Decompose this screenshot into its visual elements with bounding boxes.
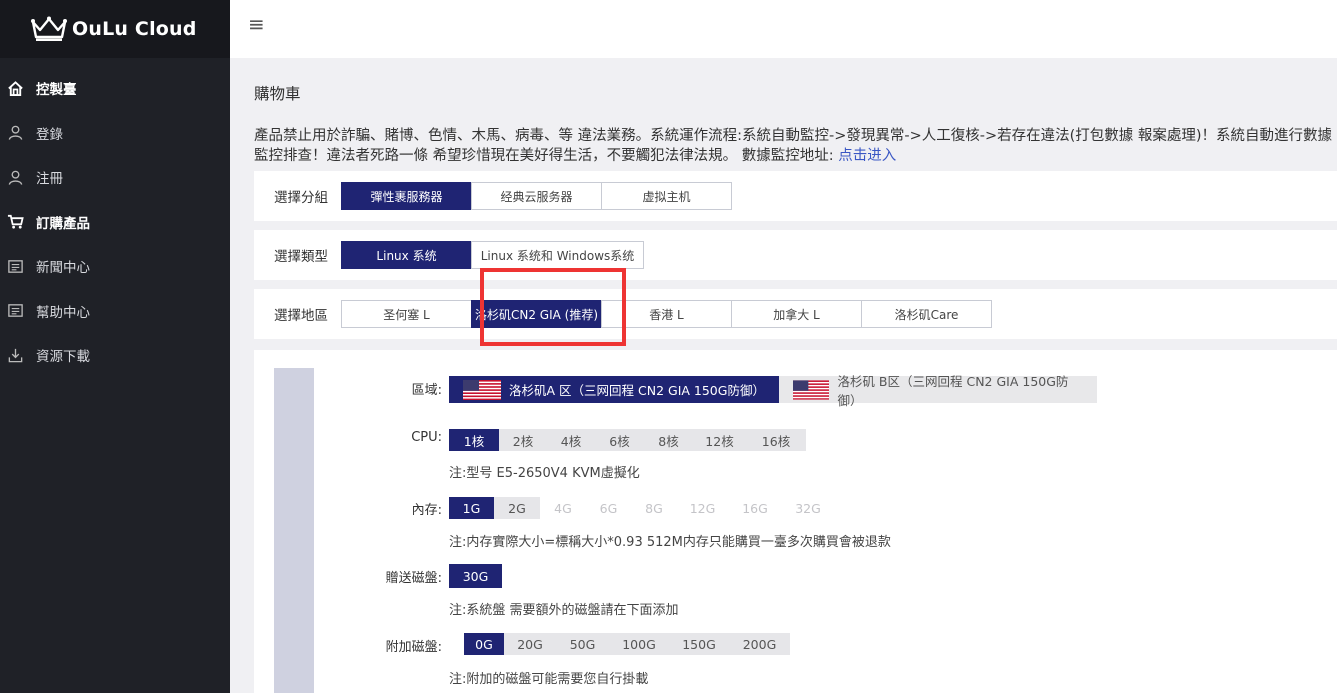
zone-option-a[interactable]: 洛杉矶A 区（三网回程 CN2 GIA 150G防御） xyxy=(449,376,779,403)
sidebar-item-login[interactable]: 登錄 xyxy=(0,111,230,156)
app-name: OuLu Cloud xyxy=(72,18,197,40)
sidebar-item-label: 登錄 xyxy=(36,126,63,143)
hamburger-icon[interactable]: ≡ xyxy=(248,12,265,36)
cpu-label: CPU: xyxy=(411,430,442,445)
zone-option-b[interactable]: 洛杉矶 B区（三网回程 CN2 GIA 150G防御） xyxy=(779,374,1097,408)
memory-option[interactable]: 1G xyxy=(449,497,494,519)
region-label: 選擇地區 xyxy=(274,308,328,324)
extra-disk-spacer xyxy=(449,633,464,655)
extra-disk-option[interactable]: 50G xyxy=(556,633,609,655)
gift-disk-label: 贈送磁盤: xyxy=(385,571,442,586)
memory-selector: 1G 2G 4G 6G 8G 12G 16G 32G xyxy=(449,497,834,519)
crown-icon xyxy=(31,16,67,41)
extra-disk-label: 附加磁盤: xyxy=(385,640,442,655)
memory-note: 注:内存實際大小=標稱大小*0.93 512M内存只能購買一臺多次購買會被退款 xyxy=(449,535,891,550)
logo[interactable]: OuLu Cloud xyxy=(0,0,230,58)
sidebar-item-dashboard[interactable]: 控製臺 xyxy=(0,66,230,111)
page-title: 購物車 xyxy=(254,85,301,103)
memory-option: 32G xyxy=(782,497,834,519)
cart-icon xyxy=(6,213,24,231)
extra-disk-option[interactable]: 200G xyxy=(729,633,790,655)
home-icon xyxy=(6,79,24,97)
sidebar: OuLu Cloud 控製臺 登錄 注冊 訂購產品 新聞中心 幫助中心 資源下載 xyxy=(0,0,230,693)
group-options: 彈性裹服務器 经典云服务器 虚拟主机 xyxy=(341,182,732,210)
sidebar-item-downloads[interactable]: 資源下載 xyxy=(0,333,230,378)
group-option[interactable]: 虚拟主机 xyxy=(601,182,732,210)
download-icon xyxy=(6,346,24,364)
region-option[interactable]: 圣何塞 L xyxy=(341,300,472,328)
region-option[interactable]: 洛杉矶CN2 GIA (推荐) xyxy=(471,300,602,328)
sidebar-item-news[interactable]: 新聞中心 xyxy=(0,244,230,289)
extra-disk-note: 注:附加的磁盤可能需要您自行掛載 xyxy=(449,672,649,687)
sidebar-item-label: 訂購產品 xyxy=(36,215,90,232)
cpu-option[interactable]: 16核 xyxy=(746,429,806,451)
us-flag-icon xyxy=(463,379,501,400)
cpu-option[interactable]: 6核 xyxy=(595,429,644,451)
main-content: 購物車 產品禁止用於詐騙、賭博、色情、木馬、病毒、等 違法業務。系統運作流程:系… xyxy=(230,58,1337,693)
memory-option: 4G xyxy=(540,497,586,519)
memory-option[interactable]: 2G xyxy=(494,497,540,519)
extra-disk-selector: 0G 20G 50G 100G 150G 200G xyxy=(449,633,790,655)
config-panel: 區域: 洛杉矶A 区（三网回程 CN2 GIA 150G防御） 洛杉矶 B区（三… xyxy=(254,350,1337,693)
memory-label: 內存: xyxy=(411,503,442,518)
sidebar-item-label: 新聞中心 xyxy=(36,260,90,277)
memory-option: 8G xyxy=(631,497,677,519)
user-icon xyxy=(6,124,24,142)
sidebar-item-label: 控製臺 xyxy=(36,82,77,99)
region-option[interactable]: 香港 L xyxy=(601,300,732,328)
cpu-option[interactable]: 12核 xyxy=(693,429,746,451)
type-options: Linux 系统 Linux 系统和 Windows系统 xyxy=(341,241,644,269)
memory-option: 12G xyxy=(677,497,728,519)
extra-disk-option[interactable]: 150G xyxy=(669,633,729,655)
gift-disk-value[interactable]: 30G xyxy=(449,564,502,588)
extra-disk-option[interactable]: 20G xyxy=(504,633,556,655)
group-option[interactable]: 彈性裹服務器 xyxy=(341,182,472,210)
group-option[interactable]: 经典云服务器 xyxy=(471,182,602,210)
group-label: 選擇分組 xyxy=(274,190,328,206)
user-icon xyxy=(6,168,24,186)
extra-disk-option[interactable]: 0G xyxy=(464,633,504,655)
type-label: 選擇類型 xyxy=(274,249,328,265)
monitor-link[interactable]: 点击进入 xyxy=(838,148,896,164)
group-row: 選擇分組 彈性裹服務器 经典云服务器 虚拟主机 xyxy=(254,171,1337,221)
sidebar-item-register[interactable]: 注冊 xyxy=(0,155,230,200)
region-option[interactable]: 洛杉矶Care xyxy=(861,300,992,328)
memory-option: 16G xyxy=(728,497,782,519)
region-options: 圣何塞 L 洛杉矶CN2 GIA (推荐) 香港 L 加拿大 L 洛杉矶Care xyxy=(341,300,992,328)
cpu-option[interactable]: 1核 xyxy=(449,429,499,451)
notice-text: 產品禁止用於詐騙、賭博、色情、木馬、病毒、等 違法業務。系統運作流程:系統自動監… xyxy=(254,126,1334,166)
top-bar: ≡ xyxy=(230,0,1337,58)
zone-option-label: 洛杉矶A 区（三网回程 CN2 GIA 150G防御） xyxy=(509,383,765,398)
extra-disk-option[interactable]: 100G xyxy=(609,633,669,655)
sidebar-item-label: 資源下載 xyxy=(36,349,90,366)
type-option[interactable]: Linux 系统 xyxy=(341,241,472,269)
zone-option-label: 洛杉矶 B区（三网回程 CN2 GIA 150G防御） xyxy=(837,373,1069,408)
cpu-option[interactable]: 8核 xyxy=(644,429,693,451)
sidebar-nav: 控製臺 登錄 注冊 訂購產品 新聞中心 幫助中心 資源下載 xyxy=(0,58,230,378)
document-icon xyxy=(6,302,24,320)
gift-disk-note: 注:系統盤 需要額外的磁盤請在下面添加 xyxy=(449,603,679,618)
cpu-option[interactable]: 2核 xyxy=(499,429,547,451)
cpu-option[interactable]: 4核 xyxy=(547,429,595,451)
type-option[interactable]: Linux 系统和 Windows系统 xyxy=(471,241,644,269)
notice-body: 產品禁止用於詐騙、賭博、色情、木馬、病毒、等 違法業務。系統運作流程:系統自動監… xyxy=(254,128,1333,164)
region-row: 選擇地區 圣何塞 L 洛杉矶CN2 GIA (推荐) 香港 L 加拿大 L 洛杉… xyxy=(254,289,1337,339)
sidebar-item-help[interactable]: 幫助中心 xyxy=(0,289,230,334)
document-icon xyxy=(6,257,24,275)
us-flag-icon xyxy=(793,379,830,400)
zone-label: 區域: xyxy=(411,383,442,398)
type-row: 選擇類型 Linux 系统 Linux 系统和 Windows系统 xyxy=(254,230,1337,280)
cpu-note: 注:型号 E5-2650V4 KVM虛擬化 xyxy=(449,466,640,481)
sidebar-item-label: 幫助中心 xyxy=(36,304,90,321)
config-side-strip xyxy=(274,368,314,693)
cpu-selector: 1核 2核 4核 6核 8核 12核 16核 xyxy=(449,429,806,451)
memory-option: 6G xyxy=(586,497,631,519)
sidebar-item-label: 注冊 xyxy=(36,171,63,188)
sidebar-item-order-products[interactable]: 訂購產品 xyxy=(0,200,230,245)
region-option[interactable]: 加拿大 L xyxy=(731,300,862,328)
